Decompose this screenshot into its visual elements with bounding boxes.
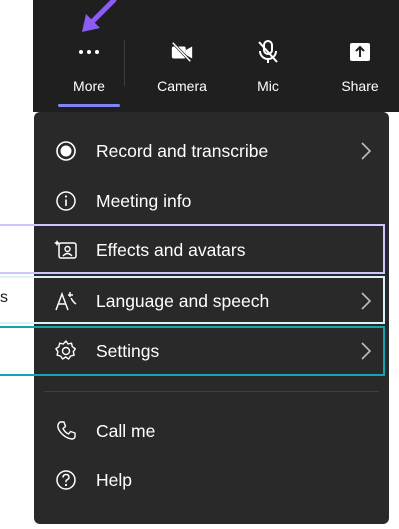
toolbar-divider <box>124 40 125 86</box>
camera-off-icon <box>170 40 194 64</box>
more-button[interactable]: More <box>58 32 120 106</box>
help-icon <box>54 468 78 492</box>
camera-button[interactable]: Camera <box>150 32 214 106</box>
phone-icon <box>54 419 78 443</box>
mic-button[interactable]: Mic <box>246 32 290 106</box>
more-active-indicator <box>58 104 120 107</box>
annotation-arrow-icon <box>82 0 117 32</box>
more-label: More <box>73 78 105 94</box>
mic-off-icon <box>256 40 280 64</box>
menu-item-label: Help <box>96 469 132 490</box>
camera-label: Camera <box>157 78 207 94</box>
share-label: Share <box>341 78 379 94</box>
ellipsis-icon <box>77 40 101 64</box>
menu-item-label: Call me <box>96 420 156 441</box>
highlight-box-language <box>0 276 385 324</box>
highlight-box-settings <box>0 326 385 376</box>
menu-item-label: Record and transcribe <box>96 140 269 161</box>
share-button[interactable]: Share <box>330 32 390 106</box>
menu-item-meeting-info[interactable]: Meeting info <box>34 178 389 224</box>
info-icon <box>54 189 78 213</box>
cropped-edge-text: s <box>0 289 8 306</box>
record-icon <box>54 139 78 163</box>
menu-item-record-and-transcribe[interactable]: Record and transcribe <box>34 128 389 174</box>
menu-item-label: Meeting info <box>96 190 192 211</box>
share-tray-icon <box>348 40 372 64</box>
highlight-box-effects <box>0 224 385 274</box>
mic-label: Mic <box>257 78 279 94</box>
menu-item-call-me[interactable]: Call me <box>34 408 389 454</box>
menu-item-help[interactable]: Help <box>34 457 389 503</box>
chevron-right-icon <box>359 140 373 162</box>
menu-divider <box>44 391 379 392</box>
